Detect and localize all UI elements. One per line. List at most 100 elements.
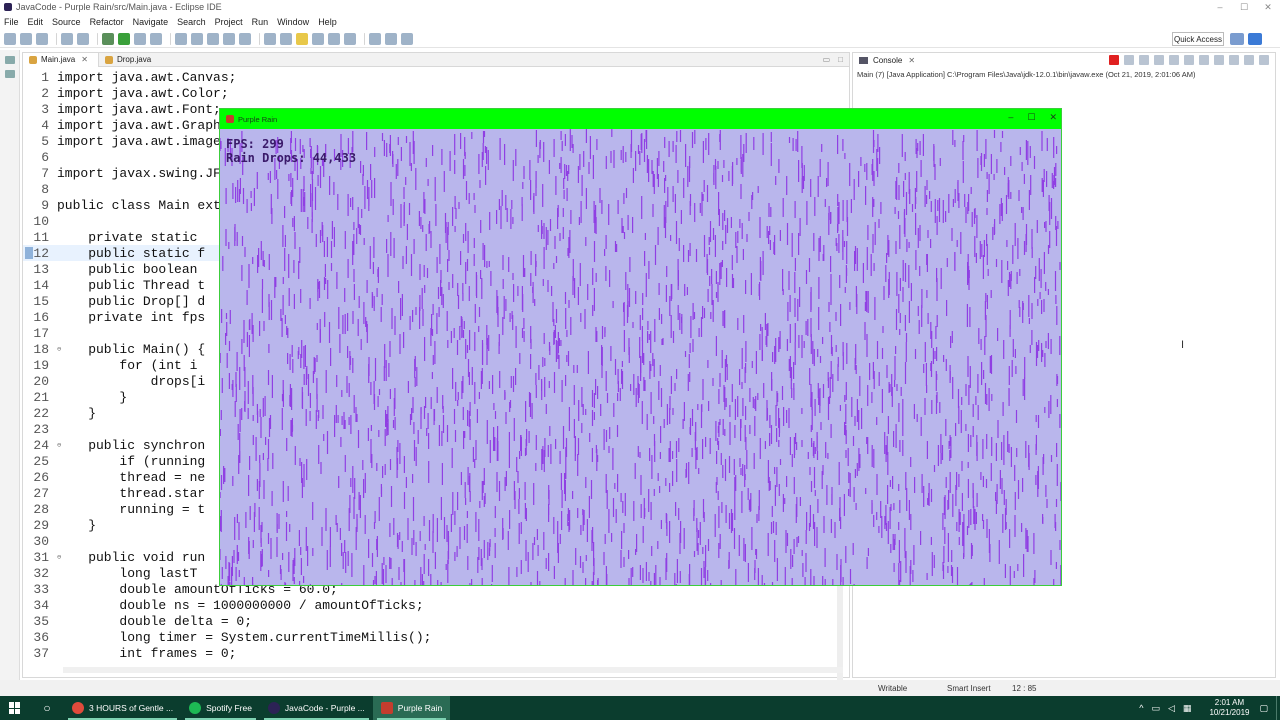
search-icon[interactable] [239,32,251,45]
close-button[interactable]: ✕ [1049,112,1057,123]
start-button[interactable] [0,696,30,720]
chevron-up-icon[interactable]: ^ [1139,703,1143,713]
purple-rain-titlebar[interactable]: Purple Rain – ☐ ✕ [220,109,1061,129]
code-line[interactable]: 30 [23,533,57,549]
debug-perspective-icon[interactable] [1248,33,1262,45]
new-icon[interactable] [4,32,16,45]
terminal-icon[interactable] [61,32,73,45]
save-all-icon[interactable] [36,32,48,45]
menu-help[interactable]: Help [318,17,337,27]
purple-rain-window[interactable]: Purple Rain – ☐ ✕ FPS: 299 Rain Drops: 4… [219,108,1062,586]
taskbar-item-chrome[interactable]: 3 HOURS of Gentle ... [64,696,181,720]
code-line[interactable]: 14 public Thread t [23,277,205,293]
remove-all-icon[interactable] [1139,55,1149,65]
menu-run[interactable]: Run [252,17,269,27]
menu-navigate[interactable]: Navigate [133,17,169,27]
remove-launch-icon[interactable] [1124,55,1134,65]
fold-icon[interactable]: ⊖ [57,553,61,562]
show-desktop-button[interactable] [1276,696,1280,720]
notifications-icon[interactable]: ▢ [1259,703,1268,714]
back-icon[interactable] [385,32,397,45]
show-whitespace-icon[interactable] [312,32,324,45]
skip-breakpoints-icon[interactable] [77,32,89,45]
menu-source[interactable]: Source [52,17,81,27]
code-line[interactable]: 29 } [23,517,96,533]
code-line[interactable]: 1 import java.awt.Canvas; [23,69,236,85]
new-package-icon[interactable] [191,32,203,45]
show-on-output-icon[interactable] [1199,55,1209,65]
menu-file[interactable]: File [4,17,19,27]
annotation-prev-icon[interactable] [280,32,292,45]
open-type-icon[interactable] [223,32,235,45]
editor-horizontal-scrollbar[interactable] [63,667,843,673]
code-line[interactable]: 22 } [23,405,96,421]
code-line[interactable]: 36 long timer = System.currentTimeMillis… [23,629,431,645]
close-button[interactable]: ✕ [1256,0,1280,14]
close-icon[interactable]: ✕ [81,55,88,64]
code-line[interactable]: 11 private static [23,229,197,245]
menu-search[interactable]: Search [177,17,206,27]
save-icon[interactable] [20,32,32,45]
annotation-next-icon[interactable] [264,32,276,45]
code-line[interactable]: 21 } [23,389,127,405]
new-java-project-icon[interactable] [175,32,187,45]
next-edit-icon[interactable] [369,32,381,45]
taskbar-item-spotify[interactable]: Spotify Free [181,696,260,720]
new-class-icon[interactable] [207,32,219,45]
code-line[interactable]: 8 [23,181,57,197]
cortana-search-icon[interactable]: ○ [30,701,64,715]
code-line[interactable]: 24 ⊖ public synchron [23,437,205,453]
keyboard-icon[interactable]: ▦ [1183,703,1192,714]
scroll-lock-icon[interactable] [1169,55,1179,65]
maximize-button[interactable]: ☐ [1027,112,1035,123]
code-line[interactable]: 35 double delta = 0; [23,613,252,629]
block-selection-icon[interactable] [328,32,340,45]
minimize-button[interactable]: – [1208,0,1232,14]
package-explorer-icon[interactable] [5,70,15,78]
network-icon[interactable]: ▭ [1151,703,1160,714]
menu-refactor[interactable]: Refactor [90,17,124,27]
code-line[interactable]: 4 import java.awt.Graphics; [23,117,252,133]
code-line[interactable]: 32 long lastT [23,565,197,581]
code-line[interactable]: 2 import java.awt.Color; [23,85,228,101]
forward-icon[interactable] [401,32,413,45]
code-line[interactable]: 18 ⊖ public Main() { [23,341,205,357]
pin-console-icon[interactable] [1214,55,1224,65]
highlight-icon[interactable] [296,32,308,45]
code-line[interactable]: 34 double ns = 1000000000 / amountOfTick… [23,597,423,613]
code-line[interactable]: 26 thread = ne [23,469,205,485]
code-line[interactable]: 23 [23,421,57,437]
code-line[interactable]: 3 import java.awt.Font; [23,101,221,117]
java-perspective-icon[interactable] [1230,33,1244,45]
code-line[interactable]: 17 [23,325,57,341]
taskbar-item-eclipse[interactable]: JavaCode - Purple ... [260,696,373,720]
volume-icon[interactable]: ◁ [1168,703,1175,714]
tab-main-java[interactable]: Main.java ✕ [23,52,99,67]
code-line[interactable]: 31 ⊖ public void run [23,549,205,565]
terminate-icon[interactable] [1109,55,1119,65]
clear-console-icon[interactable] [1154,55,1164,65]
code-line[interactable]: 37 int frames = 0; [23,645,236,661]
display-console-icon[interactable] [1229,55,1239,65]
code-line[interactable]: 16 private int fps [23,309,205,325]
debug-icon[interactable] [102,32,114,45]
fold-icon[interactable]: ⊖ [57,441,61,450]
menu-window[interactable]: Window [277,17,309,27]
minimize-view-icon[interactable]: ▭ [823,55,831,64]
maximize-button[interactable]: ☐ [1232,0,1256,14]
code-line[interactable]: 15 public Drop[] d [23,293,205,309]
maximize-view-icon[interactable]: □ [838,55,843,64]
fold-icon[interactable]: ⊖ [57,345,61,354]
minimize-button[interactable]: – [1008,112,1013,123]
pilcrow-icon[interactable] [344,32,356,45]
code-line[interactable]: 6 [23,149,57,165]
word-wrap-icon[interactable] [1184,55,1194,65]
view-menu-icon[interactable] [1259,55,1269,65]
code-line[interactable]: 27 thread.star [23,485,205,501]
quick-access-input[interactable]: Quick Access [1172,32,1224,46]
code-line[interactable]: 25 if (running [23,453,205,469]
taskbar-item-purple-rain[interactable]: Purple Rain [372,696,451,720]
run-icon[interactable] [118,32,130,45]
code-line[interactable]: 28 running = t [23,501,205,517]
code-line[interactable]: 19 for (int i [23,357,197,373]
